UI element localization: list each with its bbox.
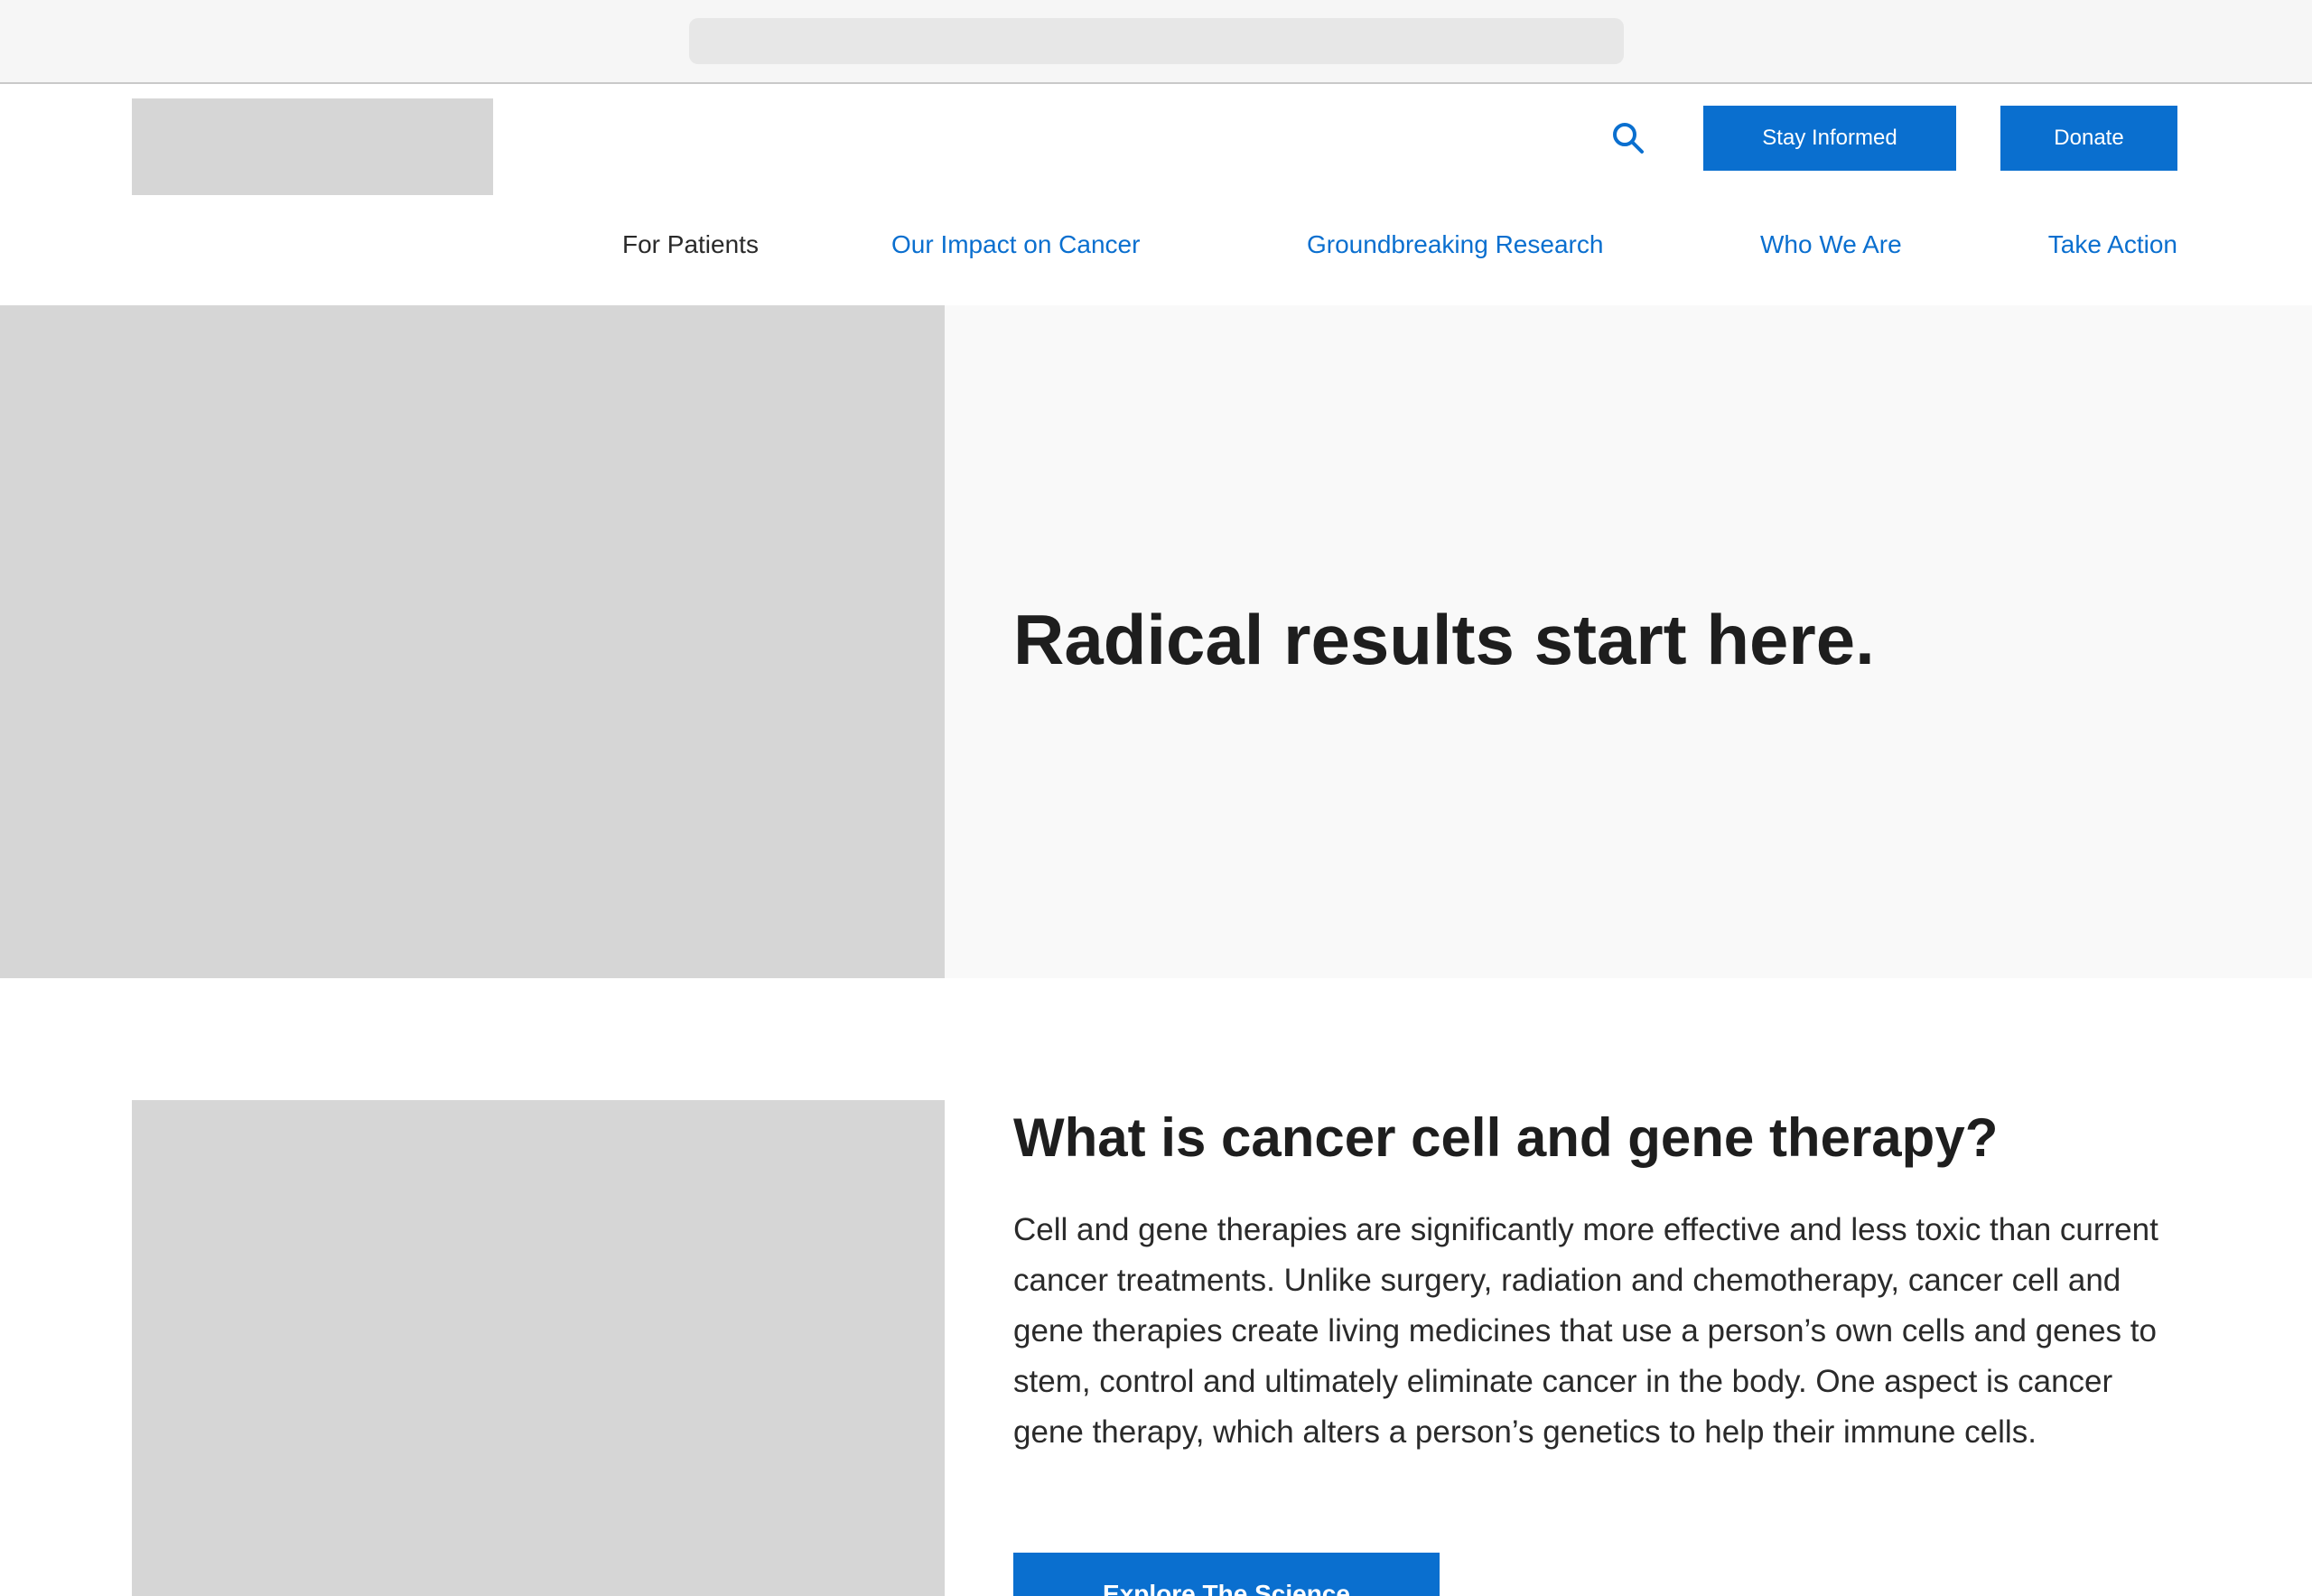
hero-title: Radical results start here. bbox=[1013, 600, 1875, 679]
donate-button[interactable]: Donate bbox=[2000, 106, 2177, 171]
hero-image bbox=[0, 305, 945, 978]
nav-item-groundbreaking-research[interactable]: Groundbreaking Research bbox=[1307, 224, 1603, 265]
stay-informed-button[interactable]: Stay Informed bbox=[1703, 106, 1956, 171]
search-icon bbox=[1612, 122, 1644, 154]
section-title: What is cancer cell and gene therapy? bbox=[1013, 1107, 1999, 1168]
explore-science-button[interactable]: Explore The Science bbox=[1013, 1553, 1440, 1596]
address-bar[interactable] bbox=[689, 18, 1624, 64]
browser-toolbar bbox=[0, 0, 2312, 84]
nav-item-who-we-are[interactable]: Who We Are bbox=[1760, 224, 1902, 265]
explore-science-label: Explore The Science bbox=[1103, 1580, 1350, 1596]
section-image bbox=[132, 1100, 945, 1596]
nav-item-our-impact-on-cancer[interactable]: Our Impact on Cancer bbox=[891, 224, 1140, 265]
nav-item-for-patients[interactable]: For Patients bbox=[622, 224, 759, 265]
site-logo[interactable] bbox=[132, 98, 493, 195]
main-navigation: For Patients Our Impact on Cancer Ground… bbox=[0, 224, 2312, 265]
hero-banner: Radical results start here. bbox=[0, 305, 2312, 978]
nav-item-take-action[interactable]: Take Action bbox=[2048, 224, 2177, 265]
section-body-text: Cell and gene therapies are significantl… bbox=[1013, 1212, 2158, 1450]
search-button[interactable] bbox=[1608, 117, 1648, 158]
